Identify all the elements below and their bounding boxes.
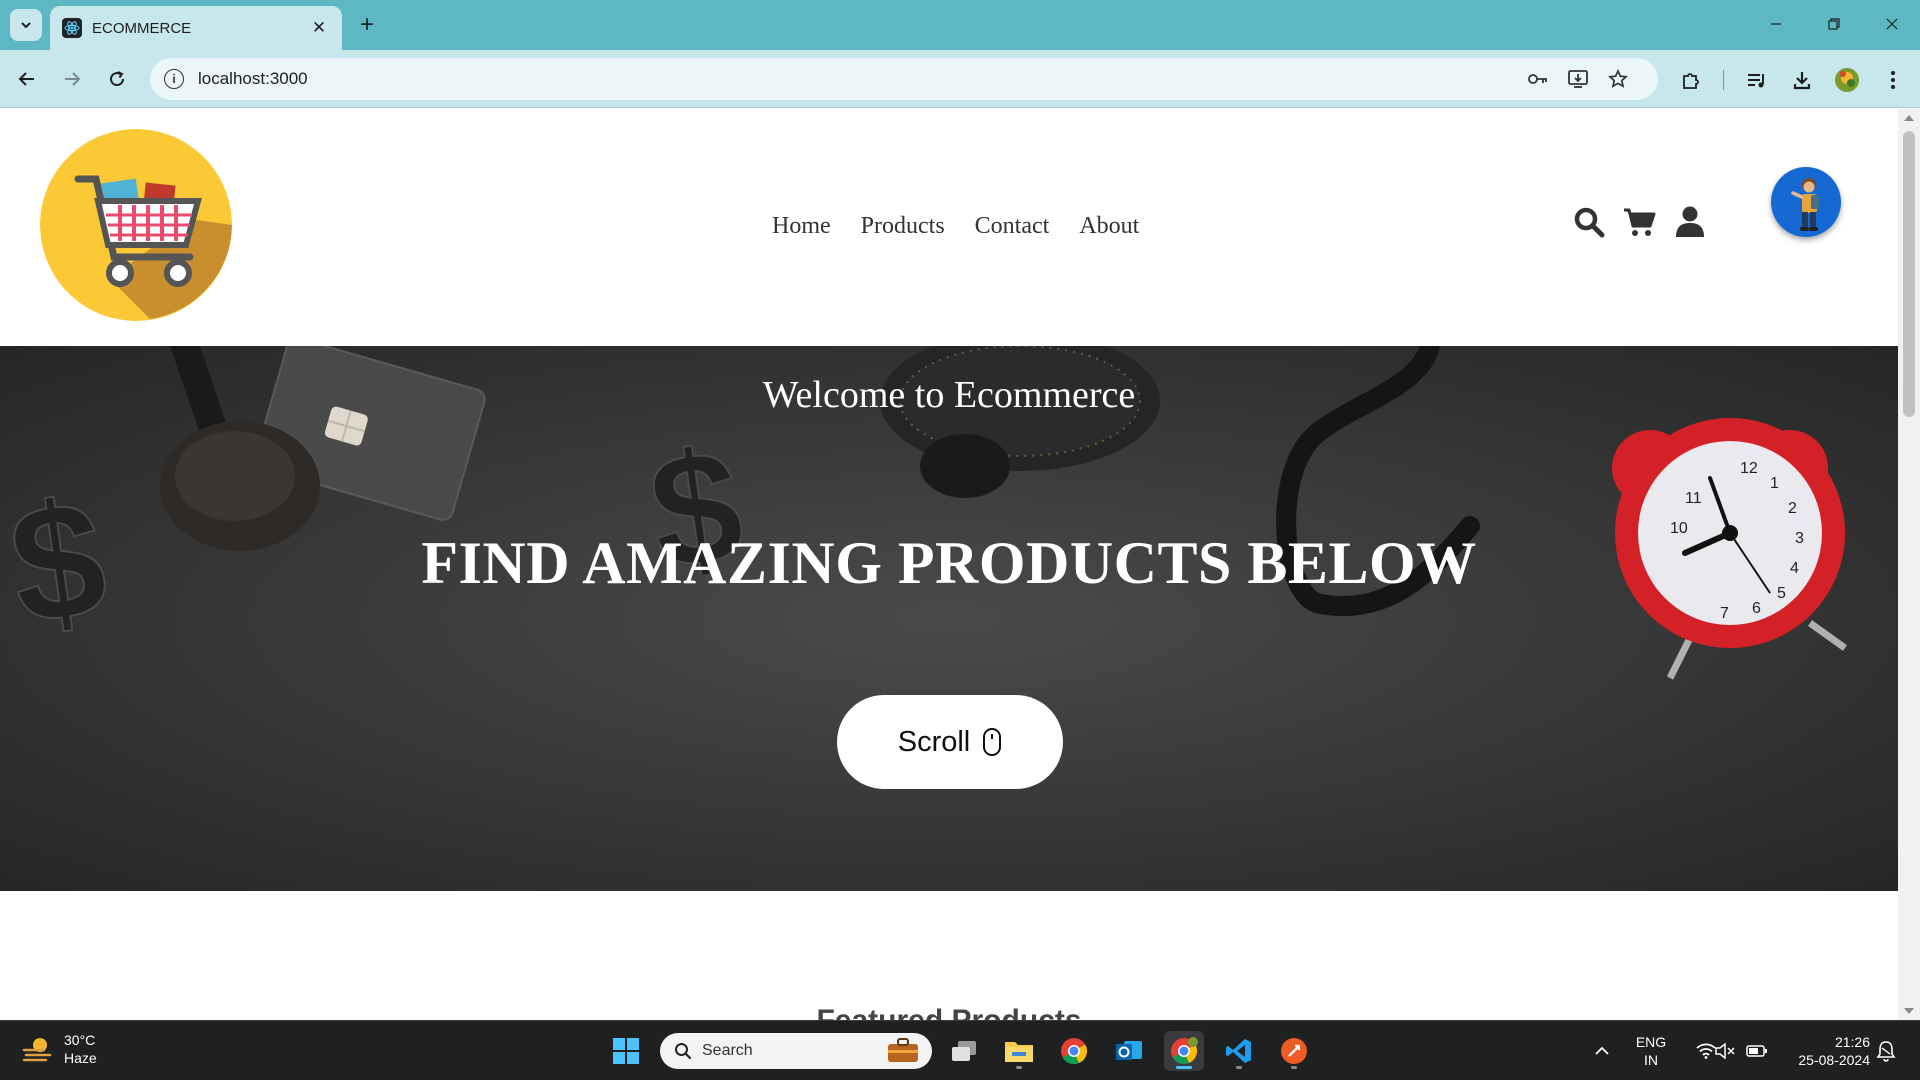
chrome-profile-icon[interactable] (1164, 1031, 1204, 1071)
profile-avatar-icon[interactable] (1832, 65, 1862, 95)
close-window-icon[interactable] (1864, 0, 1920, 48)
forward-icon[interactable] (55, 62, 89, 96)
weather-temperature: 30°C (64, 1032, 96, 1048)
language-region: IN (1644, 1052, 1658, 1068)
back-icon[interactable] (10, 62, 44, 96)
svg-text:2: 2 (1788, 500, 1797, 517)
install-app-icon[interactable] (1564, 67, 1592, 91)
nav-link-home[interactable]: Home (772, 213, 831, 240)
chevron-down-icon (21, 22, 31, 29)
browser-toolbar: i localhost:3000 (0, 50, 1920, 108)
address-bar-url: localhost:3000 (198, 69, 308, 88)
hero-banner: $ $ 12 1 2 3 4 5 6 7 11 10 Welcome to Ec… (0, 346, 1898, 891)
toolbar-divider (1723, 70, 1724, 90)
web-page: Home Products Contact About $ $ 12 1 2 3… (0, 109, 1898, 1020)
nav-link-contact[interactable]: Contact (975, 213, 1050, 240)
language-code: ENG (1635, 1034, 1667, 1050)
active-indicator (1176, 1066, 1192, 1069)
password-key-icon[interactable] (1524, 67, 1552, 91)
battery-icon[interactable] (1739, 1031, 1775, 1071)
scroll-button-label: Scroll (897, 725, 971, 758)
volume-muted-icon[interactable] (1707, 1031, 1743, 1071)
mouse-icon (983, 728, 1002, 756)
svg-text:6: 6 (1752, 600, 1761, 617)
clock-date: 25-08-2024 (1798, 1052, 1870, 1068)
chrome-menu-icon[interactable] (1878, 65, 1908, 95)
vscode-icon[interactable] (1219, 1031, 1259, 1071)
site-header: Home Products Contact About (0, 109, 1898, 346)
file-explorer-icon[interactable] (999, 1031, 1039, 1071)
outlook-icon[interactable] (1109, 1031, 1149, 1071)
featured-products-heading: Featured Products (0, 1004, 1898, 1020)
banner-background-art: $ $ 12 1 2 3 4 5 6 7 11 10 (0, 346, 1848, 680)
restore-icon[interactable] (1806, 0, 1862, 48)
svg-text:12: 12 (1740, 460, 1758, 477)
search-icon[interactable] (1571, 204, 1607, 240)
banner-headline: FIND AMAZING PRODUCTS BELOW (421, 530, 1477, 596)
tab-search-button[interactable] (10, 9, 42, 41)
chrome-icon[interactable] (1054, 1031, 1094, 1071)
weather-description: Haze (64, 1050, 97, 1066)
scrollbar-thumb[interactable] (1903, 131, 1915, 417)
weather-widget[interactable]: 30°C Haze (22, 1031, 97, 1067)
scroll-down-icon[interactable] (1904, 1008, 1914, 1014)
reload-icon[interactable] (100, 62, 134, 96)
svg-text:7: 7 (1720, 605, 1729, 622)
notifications-icon[interactable] (1870, 1031, 1902, 1071)
start-button[interactable] (606, 1031, 646, 1071)
search-icon (675, 1043, 692, 1060)
browser-tab[interactable]: ECOMMERCE ✕ (50, 6, 342, 50)
site-info-icon[interactable]: i (164, 69, 184, 89)
scroll-up-icon[interactable] (1904, 115, 1914, 121)
task-view-icon[interactable] (944, 1031, 984, 1071)
clock[interactable]: 21:26 25-08-2024 (1780, 1033, 1870, 1069)
extensions-icon[interactable] (1676, 65, 1706, 95)
nav-link-products[interactable]: Products (861, 213, 945, 240)
windows-taskbar: 30°C Haze Search ENG IN 21:26 25-08-2024 (0, 1020, 1920, 1080)
downloads-icon[interactable] (1787, 65, 1817, 95)
postman-icon[interactable] (1274, 1031, 1314, 1071)
address-bar[interactable]: i localhost:3000 (150, 58, 1658, 100)
bookmark-star-icon[interactable] (1604, 67, 1632, 91)
user-icon[interactable] (1672, 204, 1708, 240)
taskbar-search-label: Search (702, 1042, 753, 1059)
chevron-up-icon[interactable] (1582, 1031, 1622, 1071)
speed-dial-avatar[interactable] (1771, 167, 1841, 237)
minimize-icon[interactable] (1748, 0, 1804, 48)
windows-logo-icon (613, 1038, 639, 1064)
main-nav: Home Products Contact About (772, 213, 1139, 240)
react-favicon-icon (62, 18, 82, 38)
tab-title: ECOMMERCE (92, 19, 192, 37)
running-indicator (1236, 1066, 1242, 1069)
site-logo[interactable] (40, 129, 232, 321)
clock-time: 21:26 (1834, 1034, 1870, 1050)
browser-tab-strip: ECOMMERCE ✕ + (0, 0, 1920, 50)
svg-text:1: 1 (1770, 475, 1779, 492)
running-indicator (1016, 1066, 1022, 1069)
page-scrollbar[interactable] (1898, 109, 1920, 1020)
haze-weather-icon (22, 1038, 52, 1062)
cart-icon[interactable] (1622, 204, 1658, 240)
language-indicator[interactable]: ENG IN (1626, 1033, 1676, 1069)
taskbar-search[interactable]: Search (660, 1033, 932, 1069)
tab-close-icon[interactable]: ✕ (308, 17, 330, 39)
briefcase-icon (888, 1038, 918, 1062)
running-indicator (1291, 1066, 1297, 1069)
banner-welcome-text: Welcome to Ecommerce (762, 374, 1136, 416)
scroll-button[interactable]: Scroll (837, 695, 1063, 789)
new-tab-button[interactable]: + (352, 10, 382, 40)
nav-link-about[interactable]: About (1079, 213, 1139, 240)
svg-text:11: 11 (1685, 490, 1702, 507)
media-controls-icon[interactable] (1742, 65, 1772, 95)
